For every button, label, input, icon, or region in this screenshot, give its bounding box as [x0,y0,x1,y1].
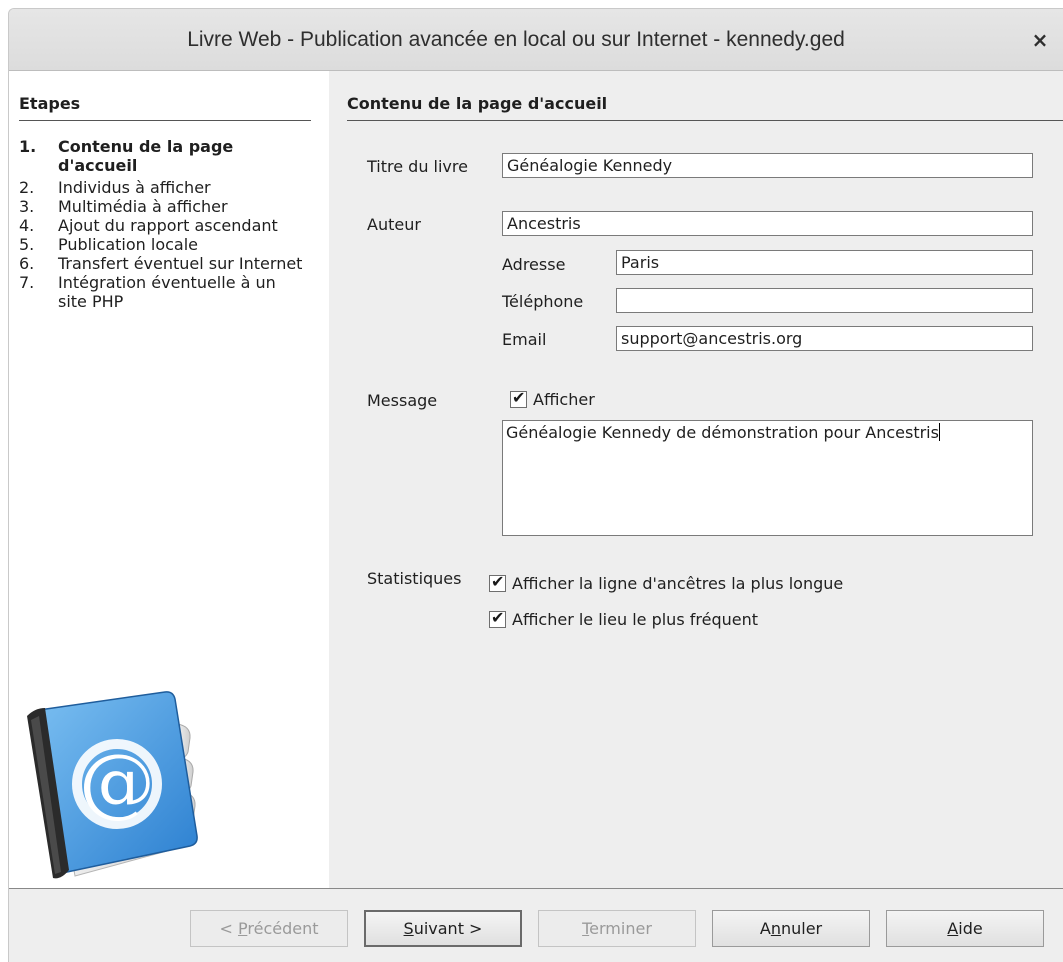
close-icon[interactable]: × [1027,27,1053,53]
step-label: Individus à afficher [58,178,211,197]
button-mnemonic: S [403,919,414,938]
message-show-checkbox[interactable]: ✔ Afficher [510,388,595,409]
step-label: Intégration éventuelle à un site PHP [58,273,276,311]
button-text: récédent [247,919,319,938]
message-text: Généalogie Kennedy de démonstration pour… [506,423,939,442]
author-input[interactable] [502,211,1033,236]
message-textarea[interactable]: Généalogie Kennedy de démonstration pour… [502,420,1033,536]
button-text: uivant > [413,919,483,938]
frequent-place-checkbox[interactable]: ✔ Afficher le lieu le plus fréquent [489,608,758,629]
step-label: Ajout du rapport ascendant [58,216,278,235]
checkmark-icon: ✔ [512,388,526,407]
next-button[interactable]: Suivant > [364,910,522,947]
button-text: erminer [589,919,652,938]
title-bar[interactable]: Livre Web - Publication avancée en local… [9,9,1063,71]
button-mnemonic: n [770,919,781,938]
checkbox-box[interactable]: ✔ [489,608,506,628]
finish-button[interactable]: Terminer [538,910,696,947]
message-label: Message [367,391,438,410]
longest-line-checkbox[interactable]: ✔ Afficher la ligne d'ancêtres la plus l… [489,572,844,593]
logo-at-symbol: @ [79,737,155,826]
step-label: Multimédia à afficher [58,197,228,216]
step-label: Transfert éventuel sur Internet [58,254,303,273]
step-item-5: 5. Publication locale [19,235,309,254]
button-mnemonic: P [238,919,248,938]
checkmark-icon: ✔ [491,572,505,591]
steps-panel: Etapes 1. Contenu de la page d'accueil 2.… [9,71,329,889]
text-caret [938,423,940,441]
step-label: Contenu de la page d'accueil [58,137,234,175]
author-label: Auteur [367,215,421,234]
step-number: 2. [19,178,35,197]
step-number: 3. [19,197,35,216]
help-button[interactable]: Aide [886,910,1044,947]
message-show-label: Afficher [533,390,595,409]
book-title-input[interactable] [502,153,1033,178]
book-title-label: Titre du livre [367,157,468,176]
page-title: Contenu de la page d'accueil [347,94,1063,121]
step-number: 5. [19,235,35,254]
address-input[interactable] [616,250,1033,275]
step-item-4: 4. Ajout du rapport ascendant [19,216,309,235]
previous-button[interactable]: < Précédent [190,910,348,947]
cancel-button[interactable]: Annuler [712,910,870,947]
email-input[interactable] [616,326,1033,351]
checkbox-box[interactable]: ✔ [489,572,506,592]
step-item-3: 3. Multimédia à afficher [19,197,309,216]
step-item-6: 6. Transfert éventuel sur Internet [19,254,309,273]
email-label: Email [502,330,547,349]
button-text: nuler [780,919,823,938]
button-mnemonic: A [947,919,959,938]
stats-label: Statistiques [367,569,462,588]
checkbox-box[interactable]: ✔ [510,388,527,408]
step-number: 4. [19,216,35,235]
step-label: Publication locale [58,235,199,254]
button-text: < [219,919,238,938]
phone-label: Téléphone [502,292,584,311]
frequent-place-label: Afficher le lieu le plus fréquent [512,610,758,629]
window-title: Livre Web - Publication avancée en local… [187,28,845,51]
step-item-2: 2. Individus à afficher [19,178,309,197]
button-text: A [759,919,771,938]
phone-input[interactable] [616,288,1033,313]
step-number: 6. [19,254,35,273]
step-number: 1. [19,137,37,156]
step-item-1: 1. Contenu de la page d'accueil [19,137,309,175]
address-label: Adresse [502,255,566,274]
steps-list: 1. Contenu de la page d'accueil 2. Individ… [19,137,309,311]
steps-header: Etapes [19,94,311,121]
address-book-at-icon: @ [27,691,198,879]
longest-line-label: Afficher la ligne d'ancêtres la plus lon… [512,574,844,593]
wizard-window: Livre Web - Publication avancée en local… [8,8,1063,962]
button-text: ide [958,919,983,938]
checkmark-icon: ✔ [491,608,505,627]
step-item-7: 7. Intégration éventuelle à un site PHP [19,273,309,311]
step-number: 7. [19,273,35,292]
